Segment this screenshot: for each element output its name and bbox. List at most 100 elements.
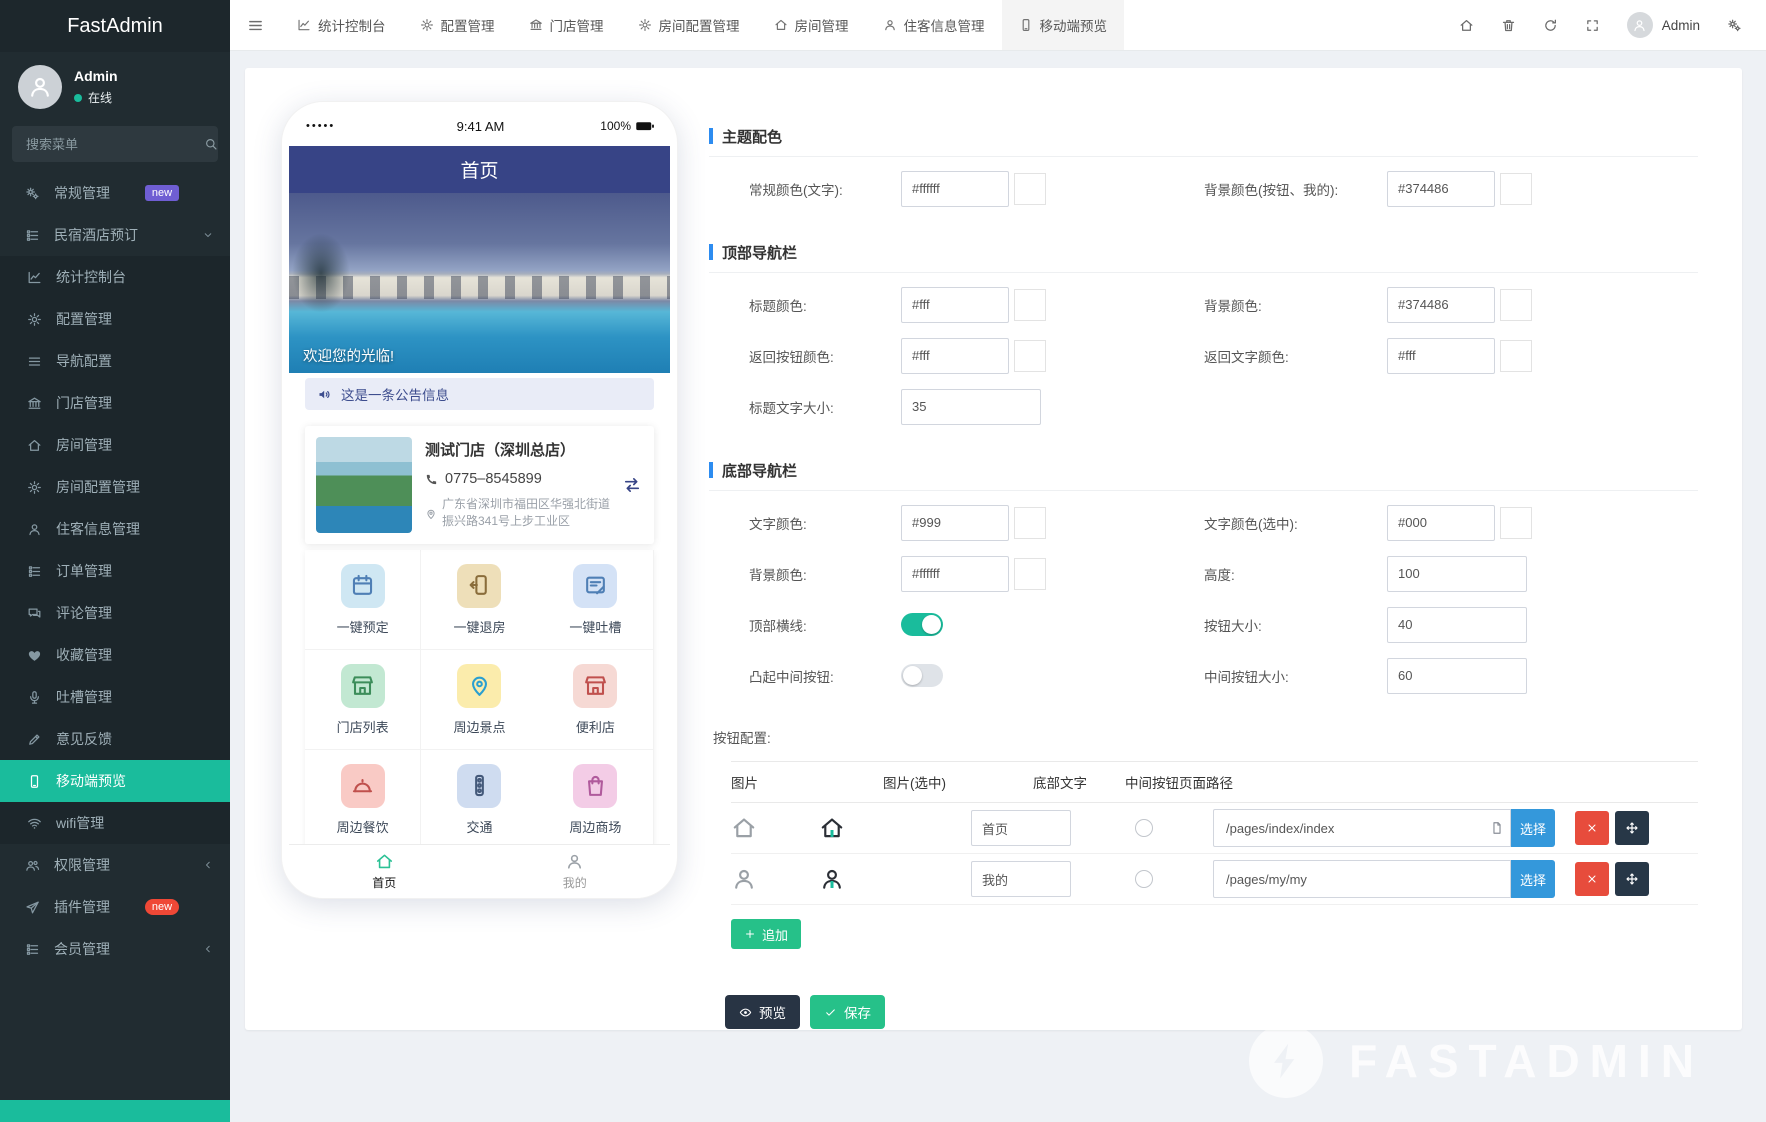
sidebar-item[interactable]: wifi管理 <box>0 802 230 844</box>
delete-row-button[interactable] <box>1575 862 1609 896</box>
sidebar-item[interactable]: 插件管理 new <box>0 886 230 928</box>
field-input[interactable] <box>1387 607 1527 643</box>
grid-item[interactable]: 周边商场 <box>538 750 654 850</box>
topbar-tab[interactable]: 房间配置管理 <box>621 0 757 50</box>
swap-store-icon[interactable] <box>622 475 642 495</box>
field-input[interactable] <box>1387 338 1495 374</box>
search-icon[interactable] <box>204 137 218 151</box>
sidebar-item[interactable]: 吐槽管理 <box>0 676 230 718</box>
topbar-tab[interactable]: 房间管理 <box>757 0 866 50</box>
sidebar-item[interactable]: 住客信息管理 <box>0 508 230 550</box>
grid-item[interactable]: 周边景点 <box>421 650 537 750</box>
page-path-input[interactable] <box>1213 860 1511 898</box>
grid-item[interactable]: 门店列表 <box>305 650 421 750</box>
field-input[interactable] <box>1387 658 1527 694</box>
refresh-icon[interactable] <box>1543 18 1558 33</box>
announcement-bar[interactable]: 这是一条公告信息 <box>305 378 654 410</box>
save-button[interactable]: 保存 <box>810 995 885 1029</box>
sidebar-item[interactable]: 订单管理 <box>0 550 230 592</box>
sidebar-item[interactable]: 权限管理 <box>0 844 230 886</box>
append-button[interactable]: 追加 <box>731 919 801 949</box>
color-picker-swatch[interactable] <box>1500 289 1532 321</box>
sidebar-item[interactable]: 民宿酒店预订 <box>0 214 230 256</box>
topbar-tab[interactable]: 移动端预览 <box>1002 0 1125 50</box>
preview-button[interactable]: 预览 <box>725 995 800 1029</box>
sidebar-item[interactable]: 配置管理 <box>0 298 230 340</box>
grid-item[interactable]: 便利店 <box>538 650 654 750</box>
settings-icon[interactable] <box>1727 18 1742 33</box>
field-control <box>901 389 1041 425</box>
color-picker-swatch[interactable] <box>1500 173 1532 205</box>
color-picker-swatch[interactable] <box>1014 340 1046 372</box>
grid-item[interactable]: 一键预定 <box>305 550 421 650</box>
tab-image-selected-icon[interactable] <box>819 815 845 841</box>
tab-image-icon[interactable] <box>731 815 757 841</box>
topbar-tab[interactable]: 住客信息管理 <box>866 0 1002 50</box>
sidebar-item[interactable]: 房间配置管理 <box>0 466 230 508</box>
color-picker-swatch[interactable] <box>1014 558 1046 590</box>
field-input[interactable] <box>901 556 1009 592</box>
topbar-user-menu[interactable]: Admin <box>1627 12 1700 38</box>
sidebar-item[interactable]: 导航配置 <box>0 340 230 382</box>
field-label: 高度: <box>1204 564 1387 584</box>
sidebar-item[interactable]: 意见反馈 <box>0 718 230 760</box>
store-thumbnail <box>316 437 412 533</box>
bottom-text-input[interactable] <box>971 810 1071 846</box>
field-input[interactable] <box>1387 287 1495 323</box>
page-path-input[interactable] <box>1213 809 1511 847</box>
field-input[interactable] <box>901 505 1009 541</box>
field-input[interactable] <box>901 389 1041 425</box>
select-button[interactable]: 选择 <box>1511 860 1555 898</box>
move-row-button[interactable] <box>1615 811 1649 845</box>
store-card[interactable]: 测试门店（深圳总店） 0775–8545899 广东省深圳市福田区华强北街道 振… <box>305 426 654 544</box>
middle-button-radio[interactable] <box>1135 870 1153 888</box>
color-picker-swatch[interactable] <box>1014 289 1046 321</box>
fullscreen-icon[interactable] <box>1585 18 1600 33</box>
grid-item[interactable]: 交通 <box>421 750 537 850</box>
move-row-button[interactable] <box>1615 862 1649 896</box>
sidebar-item[interactable]: 评论管理 <box>0 592 230 634</box>
color-picker-swatch[interactable] <box>1014 173 1046 205</box>
phone-tab[interactable]: 我的 <box>480 845 671 898</box>
sidebar-item[interactable]: 门店管理 <box>0 382 230 424</box>
sidebar-item[interactable]: 常规管理 new <box>0 172 230 214</box>
tab-image-icon[interactable] <box>731 866 757 892</box>
sidebar-footer-bar[interactable] <box>0 1100 230 1122</box>
sidebar-toggle-icon[interactable] <box>230 0 280 50</box>
bottom-text-input[interactable] <box>971 861 1071 897</box>
sidebar-item[interactable]: 收藏管理 <box>0 634 230 676</box>
color-picker-swatch[interactable] <box>1500 340 1532 372</box>
toggle-switch[interactable] <box>901 664 943 687</box>
topbar-tab[interactable]: 配置管理 <box>403 0 512 50</box>
field-input[interactable] <box>1387 505 1495 541</box>
topbar-tab[interactable]: 门店管理 <box>512 0 621 50</box>
grid-item[interactable]: 周边餐饮 <box>305 750 421 850</box>
field-input[interactable] <box>901 287 1009 323</box>
field-input[interactable] <box>1387 556 1527 592</box>
menu-icon <box>24 354 44 369</box>
topbar-tab[interactable]: 统计控制台 <box>280 0 403 50</box>
sidebar-item[interactable]: 房间管理 <box>0 424 230 466</box>
middle-button-radio[interactable] <box>1135 819 1153 837</box>
sidebar-search[interactable] <box>12 126 218 162</box>
section-accent-bar <box>709 128 713 144</box>
sidebar-item[interactable]: 统计控制台 <box>0 256 230 298</box>
field-input[interactable] <box>901 338 1009 374</box>
color-picker-swatch[interactable] <box>1500 507 1532 539</box>
home-icon[interactable] <box>1459 18 1474 33</box>
sidebar-item[interactable]: 移动端预览 <box>0 760 230 802</box>
grid-item[interactable]: 一键吐槽 <box>538 550 654 650</box>
color-picker-swatch[interactable] <box>1014 507 1046 539</box>
toggle-switch[interactable] <box>901 613 943 636</box>
trash-icon[interactable] <box>1501 18 1516 33</box>
grid-item[interactable]: 一键退房 <box>421 550 537 650</box>
search-input[interactable] <box>24 136 204 153</box>
tab-image-selected-icon[interactable] <box>819 866 845 892</box>
select-button[interactable]: 选择 <box>1511 809 1555 847</box>
store-address-line1: 广东省深圳市福田区华强北街道 <box>442 496 610 513</box>
sidebar-item[interactable]: 会员管理 <box>0 928 230 970</box>
field-input[interactable] <box>901 171 1009 207</box>
field-input[interactable] <box>1387 171 1495 207</box>
phone-tab[interactable]: 首页 <box>289 845 480 898</box>
delete-row-button[interactable] <box>1575 811 1609 845</box>
